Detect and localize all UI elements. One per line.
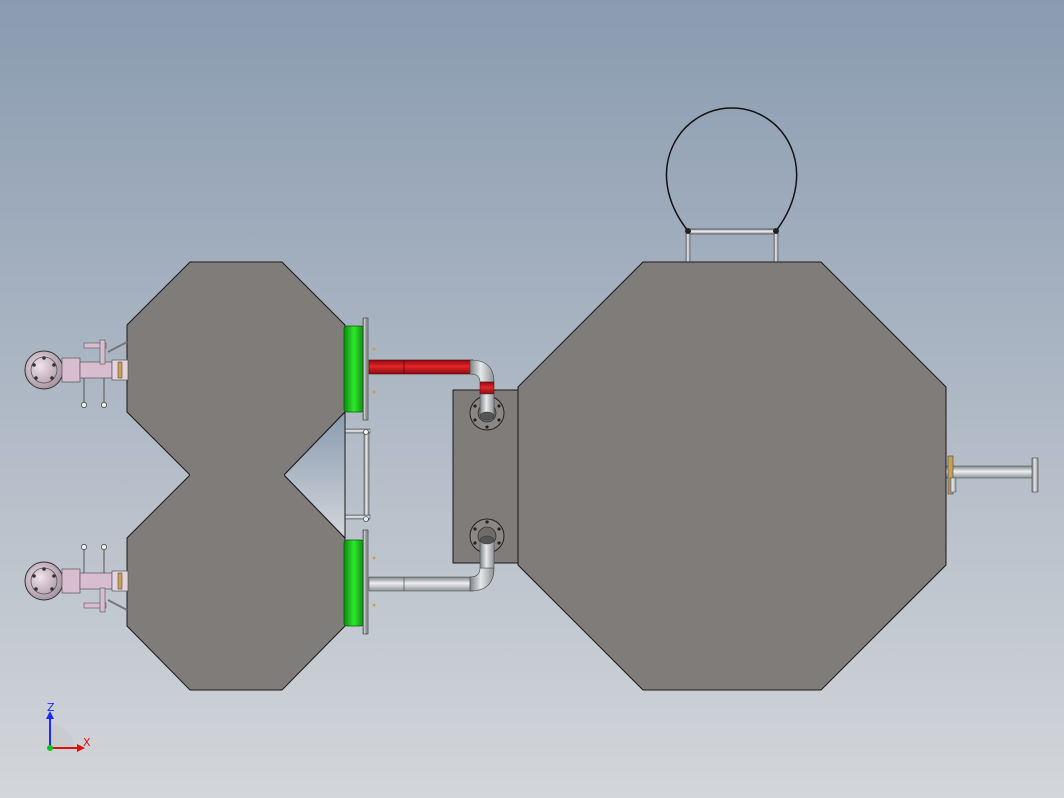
handle-crossbar [685, 228, 779, 235]
handle-pivot-left [685, 228, 691, 234]
handle-pivot-right [773, 228, 779, 234]
cad-viewport[interactable]: Z X [0, 0, 1064, 798]
x-axis-label: X [83, 736, 91, 749]
lower-small-vessel[interactable] [126, 474, 346, 691]
upper-small-vessel[interactable] [126, 261, 346, 476]
handle-leg-right [773, 230, 779, 264]
origin-dot [47, 745, 53, 751]
red-pipe-collar [479, 381, 495, 395]
outlet-nozzle [949, 477, 957, 493]
handle-leg-left [685, 230, 691, 264]
return-pipe-run [368, 576, 474, 592]
outlet-pipe-body [943, 465, 1035, 479]
assembly-drawing: Z X [0, 0, 1064, 798]
z-axis-label: Z [47, 701, 55, 714]
outlet-end-flange [1031, 457, 1039, 493]
large-octagonal-vessel[interactable] [517, 261, 947, 691]
red-pipe-run [368, 359, 474, 375]
